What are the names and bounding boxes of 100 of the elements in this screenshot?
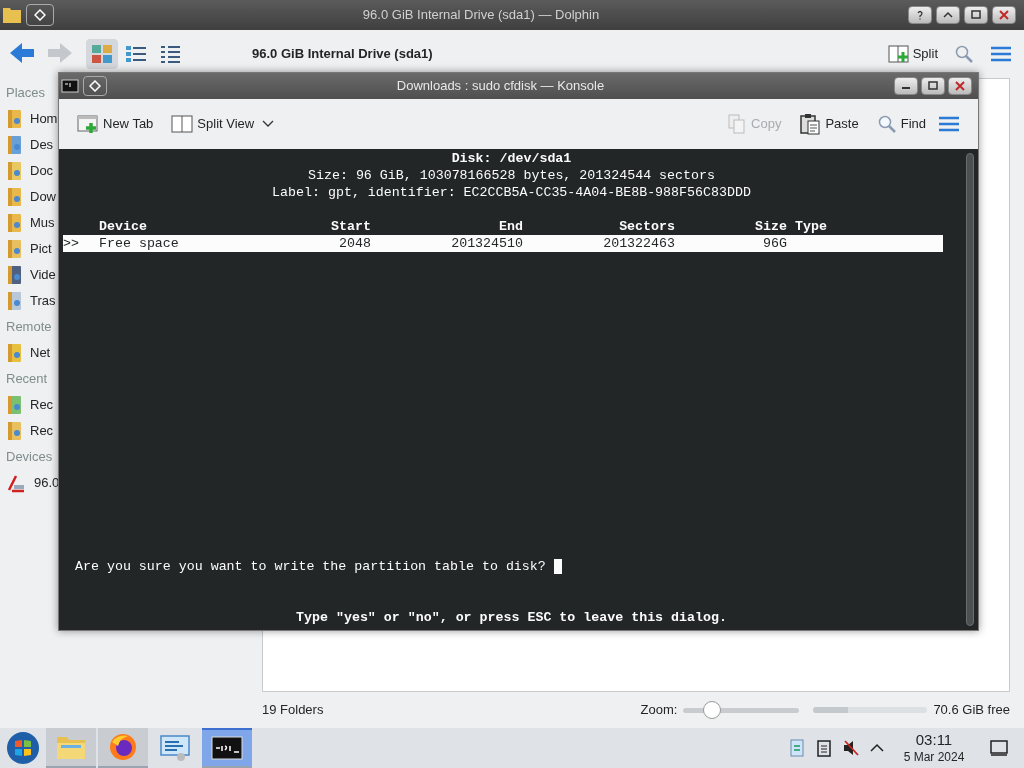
hint-text: Type "yes" or "no", or press ESC to leave this dialog. — [296, 609, 727, 626]
chevron-up-icon[interactable] — [870, 743, 884, 753]
column-header: Start — [330, 218, 371, 235]
list-view-icon — [125, 44, 147, 64]
sidebar-item[interactable]: Doc — [6, 158, 54, 184]
table-cell-text: 201322463 — [602, 235, 675, 252]
terminal-line: Label: gpt, identifier: EC2CCB5A-CC35-4A04-BE8B-988F56C83DDD — [272, 184, 751, 201]
toolbar-button[interactable]: Paste — [799, 108, 859, 140]
minimize-button[interactable] — [894, 77, 918, 95]
view-mode-button[interactable] — [86, 39, 118, 69]
section-heading: Devices — [6, 448, 53, 466]
clipboard-tray-icon[interactable] — [788, 738, 806, 758]
new-tab-icon — [77, 114, 99, 134]
folder-icon — [6, 212, 24, 234]
close-button[interactable] — [992, 6, 1016, 24]
menu-icon[interactable] — [990, 45, 1012, 63]
sidebar-item[interactable]: Mus — [6, 210, 55, 236]
sidebar-item[interactable]: Dow — [6, 184, 56, 210]
sidebar-item[interactable]: Pict — [6, 236, 52, 262]
maximize-button[interactable] — [921, 77, 945, 95]
monitor-icon — [159, 733, 191, 763]
column-header: Device — [99, 218, 148, 235]
chevron-up-icon — [942, 10, 954, 20]
diamond-icon — [34, 9, 46, 21]
row-marker: >> — [63, 235, 80, 252]
folder-icon — [6, 160, 24, 182]
show-desktop-icon[interactable] — [990, 740, 1008, 756]
folder-count: 19 Folders — [262, 701, 325, 720]
notes-icon[interactable] — [816, 739, 832, 757]
sidebar-item[interactable]: Rec — [6, 418, 54, 444]
sidebar-item[interactable]: Des — [6, 132, 54, 158]
terminal-icon — [211, 736, 243, 760]
menu-button[interactable] — [26, 4, 54, 26]
toolbar-button[interactable]: Find — [876, 108, 926, 140]
folder-icon — [2, 6, 22, 24]
prompt-text: Are you sure you want to write the partition table to disk? — [75, 558, 546, 575]
toolbar-button[interactable]: Split View — [171, 108, 255, 140]
scrollbar[interactable] — [966, 153, 974, 626]
sidebar-item[interactable]: Hom — [6, 106, 58, 132]
terminal-icon — [61, 79, 79, 93]
sidebar-item[interactable]: Net — [6, 340, 51, 366]
terminal-line: Disk: /dev/sda1 — [451, 150, 572, 167]
table-cell-text: 96G — [762, 235, 787, 252]
list-view-icon — [159, 44, 181, 64]
sidebar-item[interactable]: Vide — [6, 262, 56, 288]
menu-icon[interactable] — [938, 115, 960, 133]
folder-icon — [6, 420, 24, 442]
column-header: End — [498, 218, 523, 235]
close-icon — [954, 81, 966, 91]
taskbar-button[interactable] — [98, 728, 148, 768]
folder-icon — [6, 264, 24, 286]
sidebar-item[interactable]: Rec — [6, 392, 54, 418]
clipboard-icon — [799, 113, 822, 135]
sidebar-item[interactable]: 96.0 — [6, 470, 60, 496]
start-menu-icon[interactable] — [6, 731, 40, 765]
split-view-icon — [887, 44, 910, 64]
folder-icon — [6, 186, 24, 208]
section-heading: Remote — [6, 318, 52, 336]
column-header: Sectors — [618, 218, 675, 235]
clock[interactable]: 03:11 5 Mar 2024 — [894, 731, 974, 765]
menu-button[interactable] — [83, 76, 107, 96]
table-cell-text: 201324510 — [450, 235, 523, 252]
folder-icon — [6, 394, 24, 416]
location-label: 96.0 GiB Internal Drive (sda1) — [252, 45, 434, 64]
split-button[interactable]: Split — [885, 40, 940, 68]
restore-button[interactable] — [964, 6, 988, 24]
chevron-down-icon[interactable] — [262, 120, 275, 128]
diamond-icon — [89, 80, 101, 92]
folder-icon — [6, 342, 24, 364]
column-header: Type — [794, 218, 828, 235]
zoom-label: Zoom: — [640, 701, 678, 720]
section-heading: Places — [6, 84, 46, 102]
volume-muted-icon[interactable] — [842, 739, 860, 757]
terminal-line: Size: 96 GiB, 103078166528 bytes, 201324544 sectors — [308, 167, 715, 184]
grid-view-icon — [91, 44, 113, 64]
window-title: Downloads : sudo cfdisk — Konsole — [395, 77, 606, 96]
free-space-label: 70.6 GiB free — [933, 701, 1010, 720]
window-title: 96.0 GiB Internal Drive (sda1) — Dolphin — [361, 6, 601, 25]
text-cursor — [553, 559, 562, 574]
toolbar-button[interactable]: New Tab — [77, 108, 154, 140]
taskbar-button[interactable] — [202, 728, 252, 768]
split-view-icon — [171, 114, 194, 134]
browser-icon — [108, 732, 138, 762]
close-button[interactable] — [948, 77, 972, 95]
folder-icon — [6, 108, 24, 130]
folder-icon — [6, 290, 24, 312]
folder-icon — [6, 238, 24, 260]
keep-above-button[interactable] — [936, 6, 960, 24]
square-icon — [970, 10, 982, 20]
close-icon — [998, 10, 1010, 20]
section-heading: Recent — [6, 370, 48, 388]
sidebar-item[interactable]: Tras — [6, 288, 56, 314]
folder-icon — [6, 134, 24, 156]
table-cell-text: 2048 — [338, 235, 371, 252]
search-icon — [876, 114, 897, 134]
help-button[interactable] — [908, 6, 932, 24]
table-cell-text: Free space — [99, 235, 180, 252]
zoom-slider[interactable] — [683, 700, 800, 720]
partition-row[interactable]: >> Free space 2048 201324510 201322463 96G — [63, 235, 943, 252]
slider-handle[interactable] — [703, 701, 721, 719]
